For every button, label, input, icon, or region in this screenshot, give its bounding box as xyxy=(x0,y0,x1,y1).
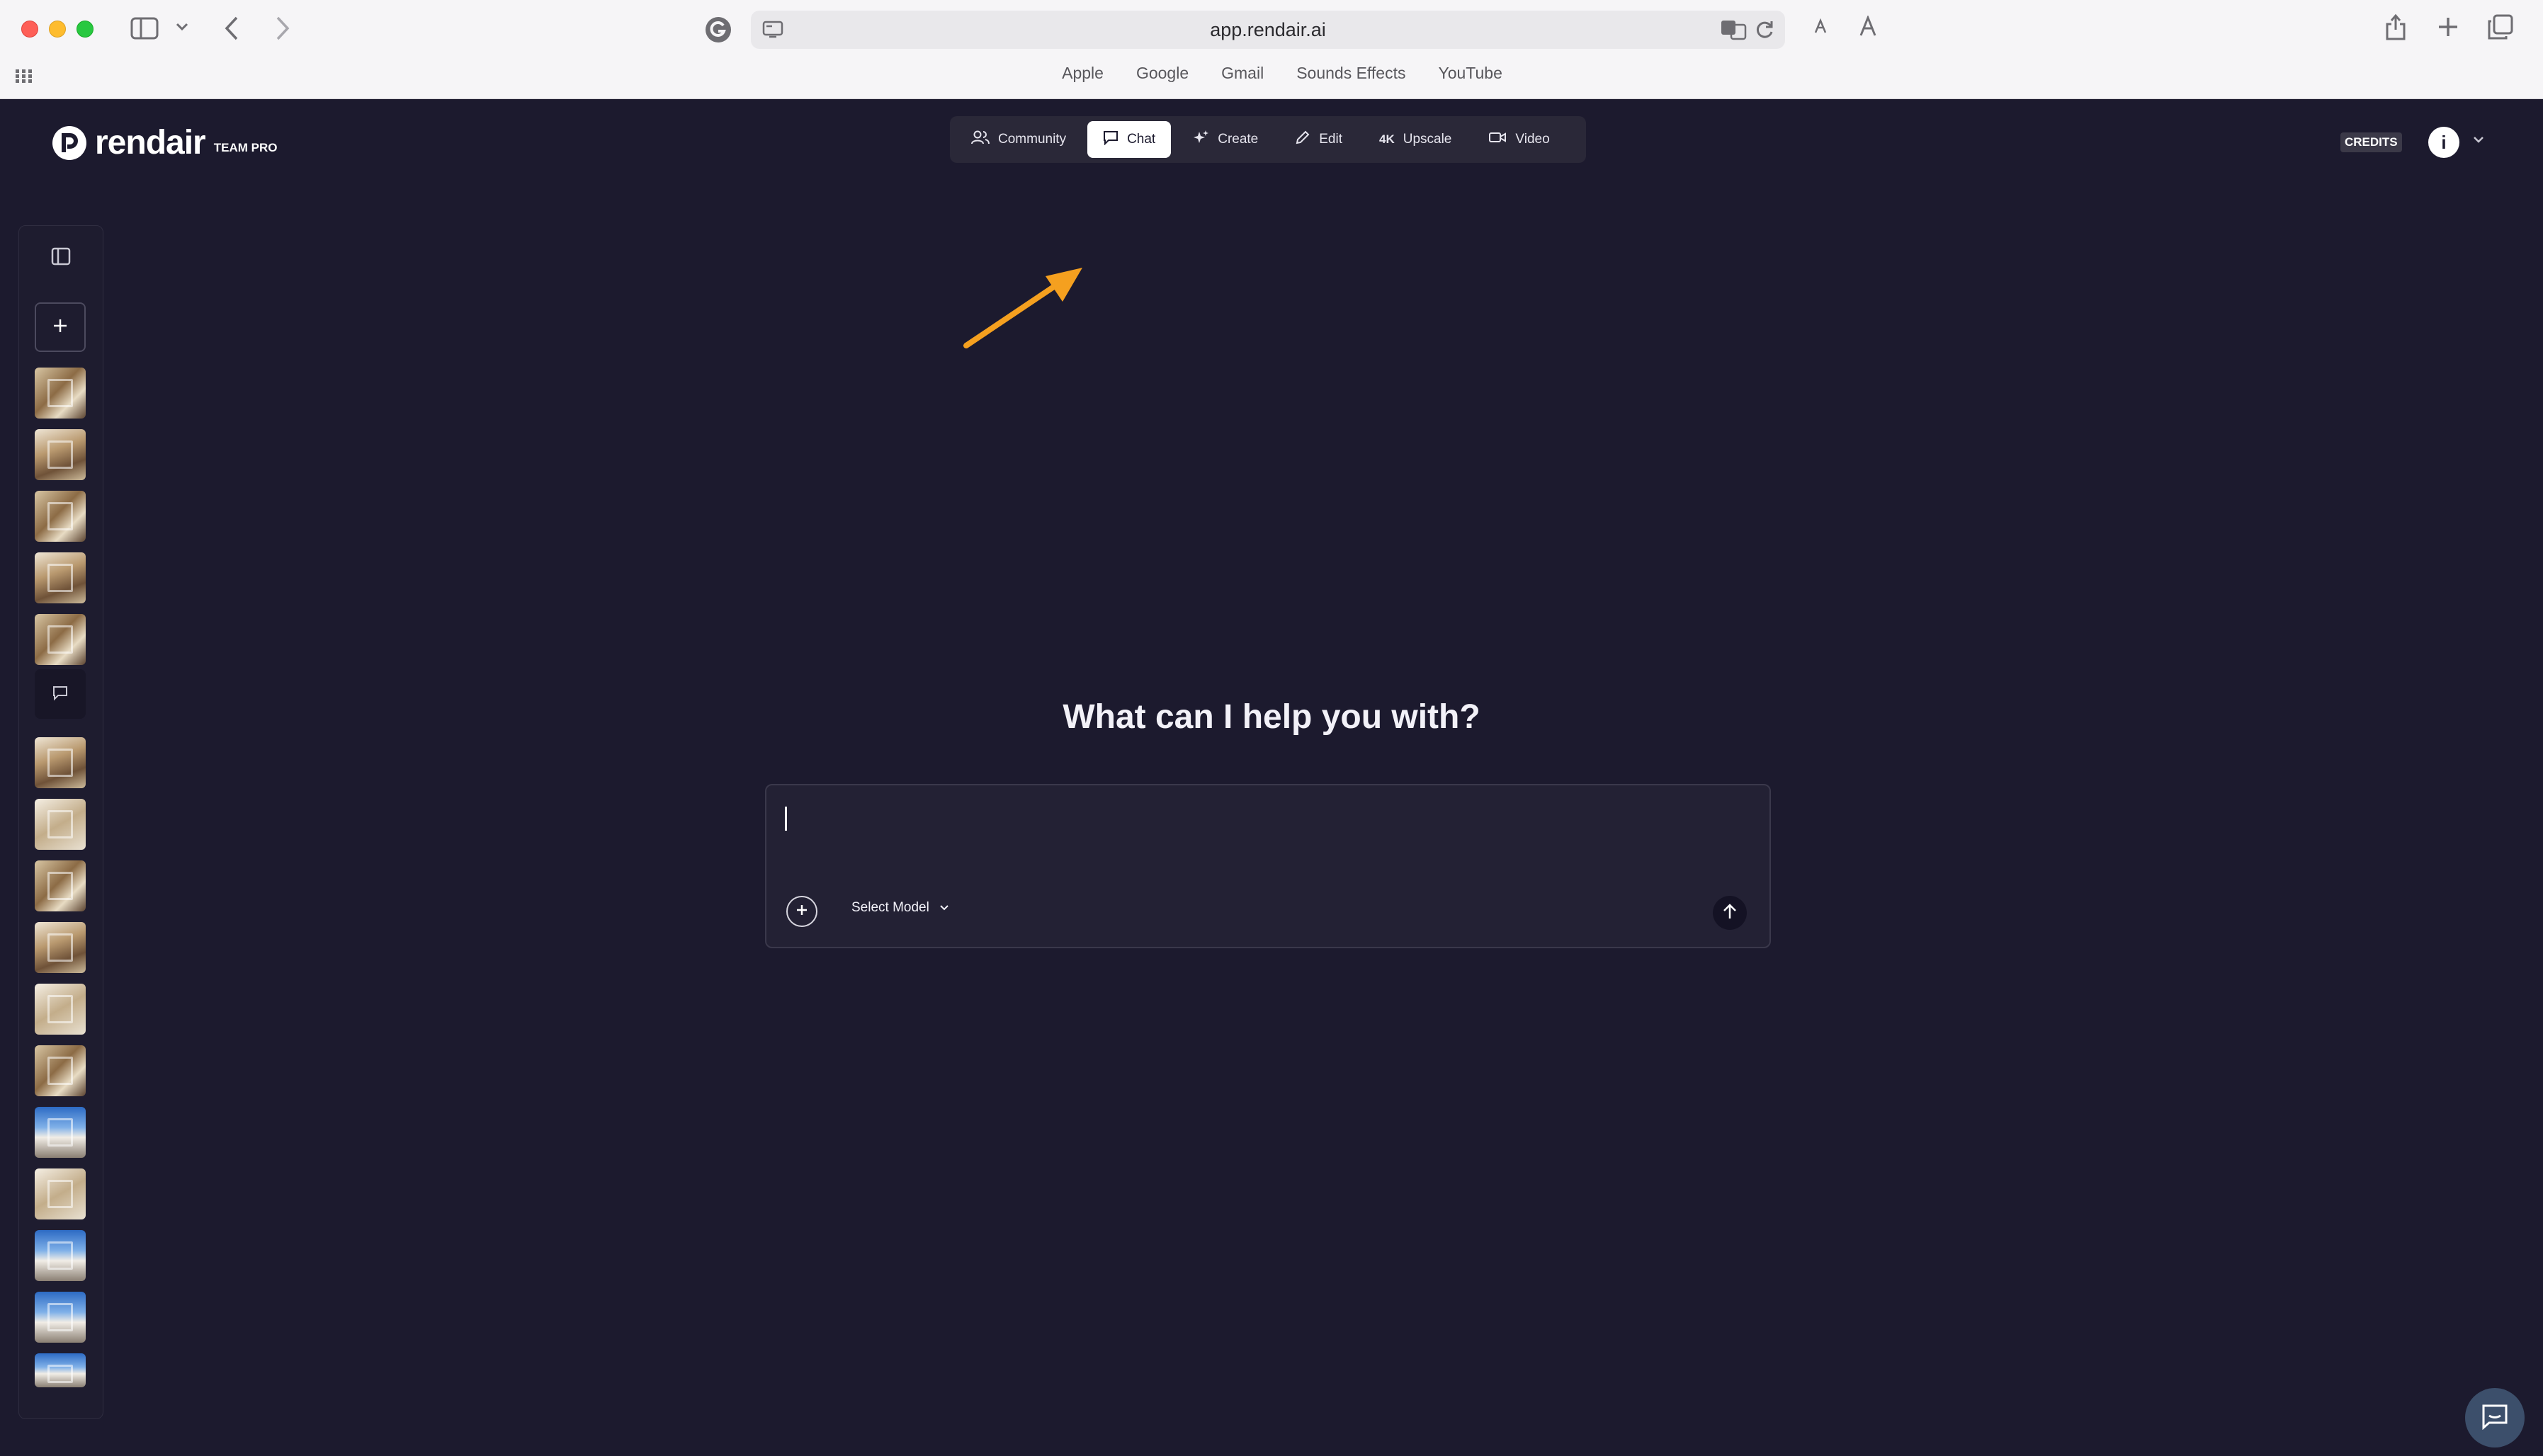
logo[interactable]: rendair TEAM PRO xyxy=(52,123,277,162)
favorite-google[interactable]: Google xyxy=(1136,64,1189,89)
text-caret xyxy=(785,807,787,831)
history-thumbnail[interactable] xyxy=(35,799,86,850)
new-chat-button[interactable] xyxy=(35,302,86,352)
model-select-label: Select Model xyxy=(851,900,929,915)
history-sidebar xyxy=(18,225,103,1419)
favorite-apple[interactable]: Apple xyxy=(1062,64,1104,89)
chat-bubble-icon xyxy=(1103,130,1118,149)
close-window-button[interactable] xyxy=(21,21,38,38)
plus-icon xyxy=(52,317,69,338)
favorite-youtube[interactable]: YouTube xyxy=(1438,64,1502,89)
send-button[interactable] xyxy=(1713,896,1747,930)
browser-chrome: app.rendair.ai Apple Google Gmail Sounds… xyxy=(0,0,2543,99)
prompt-input[interactable] xyxy=(783,800,1747,856)
url-text: app.rendair.ai xyxy=(1210,18,1326,40)
avatar[interactable]: i xyxy=(2428,127,2459,158)
nav-community-label: Community xyxy=(998,132,1067,147)
nav-video[interactable]: Video xyxy=(1473,121,1565,158)
reload-icon[interactable] xyxy=(1754,19,1775,40)
history-thumbnail[interactable] xyxy=(35,429,86,480)
forward-icon[interactable] xyxy=(275,16,290,41)
users-icon xyxy=(971,130,990,149)
history-thumbnail[interactable] xyxy=(35,1168,86,1219)
share-icon[interactable] xyxy=(2384,13,2407,41)
4k-badge: 4K xyxy=(1379,132,1395,146)
chat-support-icon xyxy=(2481,1403,2509,1433)
plan-tier: TEAM PRO xyxy=(213,140,278,154)
chevron-down-icon[interactable] xyxy=(176,23,188,31)
history-thumbnail[interactable] xyxy=(35,368,86,419)
minimize-window-button[interactable] xyxy=(49,21,66,38)
support-chat-button[interactable] xyxy=(2465,1388,2525,1448)
chat-composer: Select Model xyxy=(765,784,1771,948)
new-tab-icon[interactable] xyxy=(2437,16,2459,38)
page-title: What can I help you with? xyxy=(1063,698,1480,736)
nav-video-label: Video xyxy=(1515,132,1550,147)
nav-upscale-label: Upscale xyxy=(1403,132,1452,147)
history-thumbnail[interactable] xyxy=(35,737,86,788)
history-thumbnail[interactable] xyxy=(35,552,86,603)
main-nav: Community Chat Create Edit 4K Upscale Vi… xyxy=(950,116,1586,163)
sparkle-icon xyxy=(1192,129,1209,150)
rendair-logo-icon xyxy=(52,125,86,160)
history-thumbnail[interactable] xyxy=(35,491,86,542)
nav-edit-label: Edit xyxy=(1319,132,1342,147)
video-camera-icon xyxy=(1488,131,1507,148)
nav-chat[interactable]: Chat xyxy=(1087,121,1172,158)
chevron-down-icon[interactable] xyxy=(2472,135,2485,147)
history-thumbnail[interactable] xyxy=(35,922,86,973)
translate-icon[interactable] xyxy=(1720,19,1747,40)
credits-button[interactable]: CREDITS xyxy=(2340,132,2402,152)
rendair-app: rendair TEAM PRO Community Chat Create E… xyxy=(0,99,2543,1456)
nav-edit[interactable]: Edit xyxy=(1279,121,1358,158)
favorite-sounds-effects[interactable]: Sounds Effects xyxy=(1296,64,1405,89)
collapse-sidebar-icon[interactable] xyxy=(51,247,71,269)
tab-overview-icon[interactable] xyxy=(2488,14,2513,40)
nav-upscale[interactable]: 4K Upscale xyxy=(1364,121,1467,158)
history-thumbnail[interactable] xyxy=(35,860,86,911)
history-thumbnail[interactable] xyxy=(35,1292,86,1343)
history-thumbnail[interactable] xyxy=(35,1230,86,1281)
zoom-window-button[interactable] xyxy=(77,21,94,38)
address-bar[interactable]: app.rendair.ai xyxy=(751,11,1785,49)
nav-community[interactable]: Community xyxy=(956,121,1082,158)
brand-name: rendair xyxy=(95,124,206,161)
grammarly-icon[interactable] xyxy=(704,16,732,44)
sidebar-toggle-icon[interactable] xyxy=(130,17,159,40)
annotation-arrow-icon xyxy=(963,268,1082,348)
model-select-dropdown[interactable]: Select Model xyxy=(851,900,949,916)
text-smaller-icon[interactable] xyxy=(1813,18,1828,34)
text-larger-icon[interactable] xyxy=(1859,16,1877,37)
arrow-up-icon xyxy=(1722,902,1738,924)
favorites-bar: Apple Google Gmail Sounds Effects YouTub… xyxy=(0,64,2543,89)
history-thumbnail[interactable] xyxy=(35,984,86,1035)
favorite-gmail[interactable]: Gmail xyxy=(1221,64,1264,89)
nav-create-label: Create xyxy=(1218,132,1259,147)
history-thumbnail[interactable] xyxy=(35,1045,86,1096)
page-settings-icon[interactable] xyxy=(762,21,783,39)
plus-icon xyxy=(794,902,810,921)
add-attachment-button[interactable] xyxy=(786,896,817,927)
pencil-icon xyxy=(1295,130,1310,149)
history-thumbnail[interactable] xyxy=(35,1353,86,1387)
history-thumbnail[interactable] xyxy=(35,1107,86,1158)
nav-chat-label: Chat xyxy=(1127,132,1156,147)
back-icon[interactable] xyxy=(224,16,239,41)
nav-create[interactable]: Create xyxy=(1177,121,1274,158)
history-thumbnail[interactable] xyxy=(35,614,86,665)
chevron-down-icon xyxy=(939,900,949,916)
